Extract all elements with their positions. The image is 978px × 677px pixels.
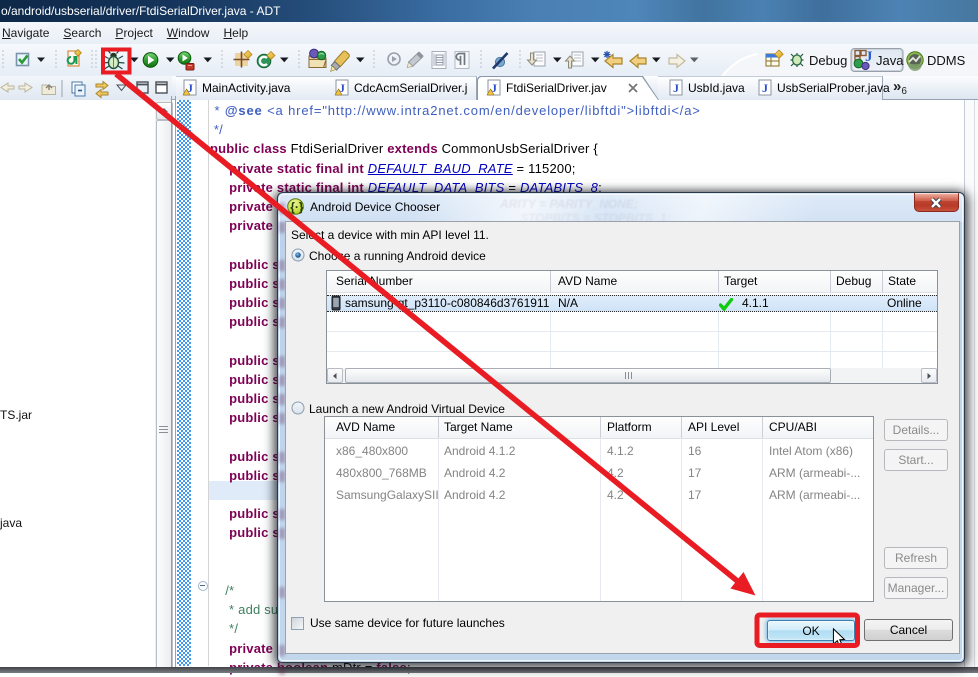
svg-text:{·}: {·} xyxy=(290,200,304,214)
svg-text:DDMS: DDMS xyxy=(927,53,966,68)
svg-text:Debug: Debug xyxy=(809,53,847,68)
svg-text:Java: Java xyxy=(876,53,904,68)
svg-text:J: J xyxy=(865,49,873,65)
svg-text:J: J xyxy=(762,81,768,95)
svg-text:J: J xyxy=(673,81,679,95)
